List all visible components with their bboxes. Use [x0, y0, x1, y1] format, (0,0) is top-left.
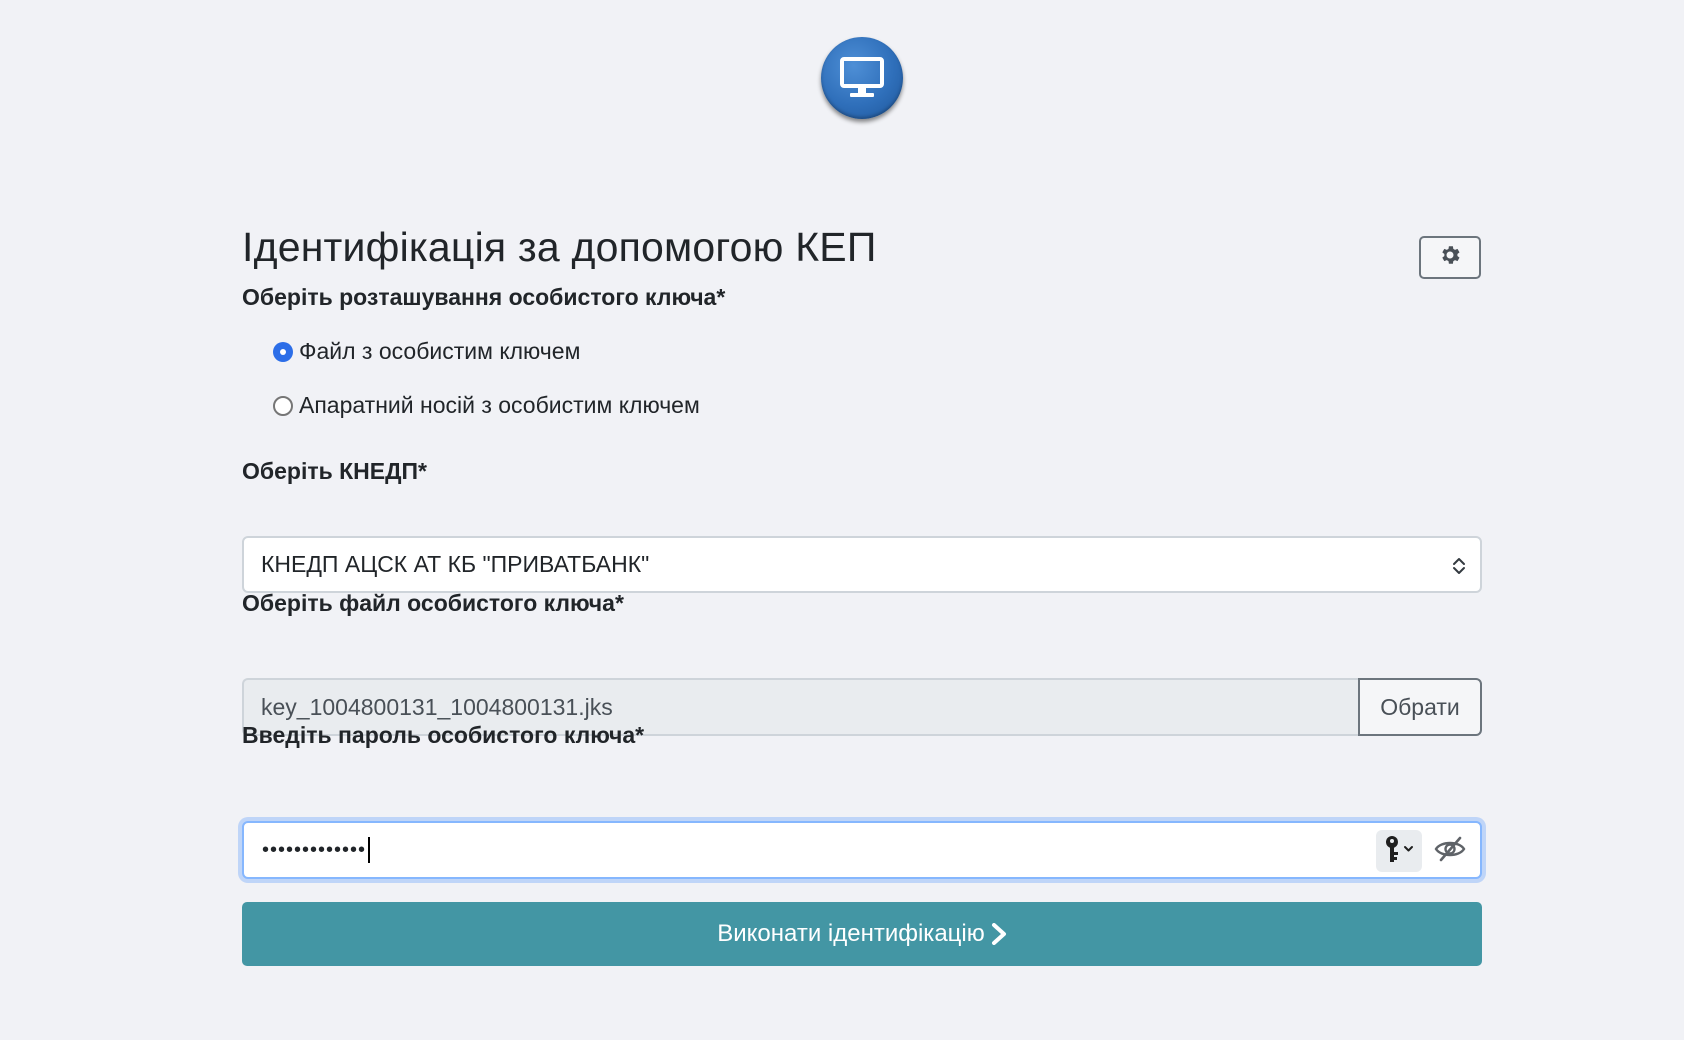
- key-icon: [1381, 834, 1417, 869]
- radio-key-file-label: Файл з особистим ключем: [299, 338, 581, 364]
- page-title: Ідентифікація за допомогою КЕП: [242, 224, 877, 270]
- text-caret: [368, 837, 371, 863]
- password-manager-button[interactable]: [1376, 830, 1422, 872]
- password-field[interactable]: •••••••••••••: [242, 821, 1482, 879]
- submit-identification-button[interactable]: Виконати ідентифікацію: [242, 902, 1482, 966]
- password-label: Введіть пароль особистого ключа*: [242, 722, 645, 748]
- radio-hardware-token-label: Апаратний носій з особистим ключем: [299, 392, 700, 418]
- kep-provider-label: Оберіть КНЕДП*: [242, 458, 427, 484]
- radio-key-file-indicator[interactable]: [273, 341, 293, 362]
- radio-key-file[interactable]: Файл з особистим ключем: [273, 338, 580, 365]
- page: Ідентифікація за допомогою КЕП Оберіть р…: [0, 0, 1684, 1040]
- radio-hardware-token[interactable]: Апаратний носій з особистим ключем: [273, 392, 700, 419]
- settings-button[interactable]: [1419, 236, 1481, 279]
- key-file-label: Оберіть файл особистого ключа*: [242, 590, 624, 616]
- eye-slash-icon: [1433, 835, 1467, 868]
- key-location-label: Оберіть розташування особистого ключа*: [242, 284, 726, 310]
- choose-file-button[interactable]: Обрати: [1358, 678, 1482, 736]
- select-chevron-icon: [1452, 555, 1466, 582]
- toggle-visibility-button[interactable]: [1430, 833, 1470, 869]
- kep-provider-selected: КНЕДП АЦСК АТ КБ "ПРИВАТБАНК": [261, 551, 650, 577]
- chevron-right-icon: [991, 923, 1007, 945]
- submit-label: Виконати ідентифікацію: [717, 920, 985, 947]
- password-value: •••••••••••••: [262, 839, 367, 861]
- radio-hardware-token-indicator[interactable]: [273, 395, 293, 416]
- gear-icon: [1438, 243, 1462, 272]
- kep-provider-select[interactable]: КНЕДП АЦСК АТ КБ "ПРИВАТБАНК": [242, 536, 1482, 593]
- monitor-icon: [821, 37, 903, 119]
